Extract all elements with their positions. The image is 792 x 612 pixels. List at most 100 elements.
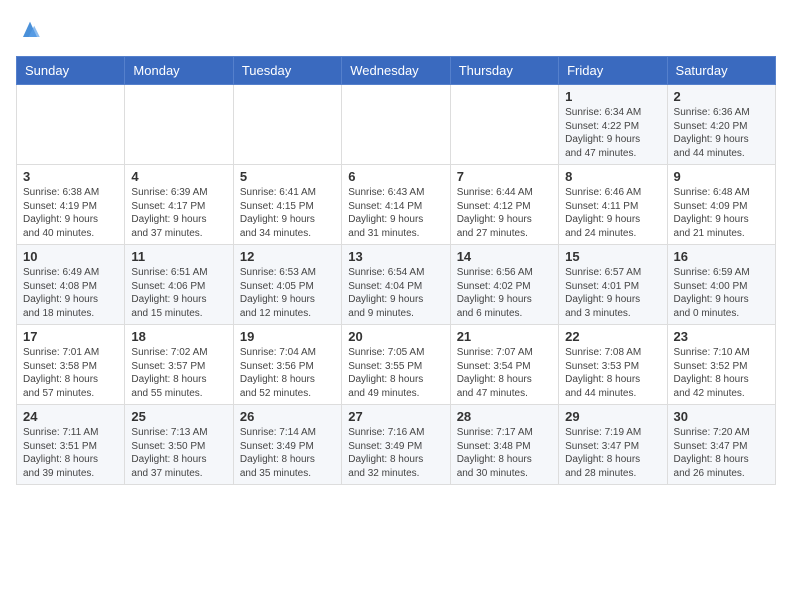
day-of-week-header: Friday [559,57,667,85]
day-number: 11 [131,249,226,264]
calendar-week-row: 3 Sunrise: 6:38 AM Sunset: 4:19 PM Daylig… [17,165,776,245]
calendar-week-row: 24 Sunrise: 7:11 AM Sunset: 3:51 PM Dayli… [17,405,776,485]
calendar-cell [17,85,125,165]
calendar-cell: 10 Sunrise: 6:49 AM Sunset: 4:08 PM Dayli… [17,245,125,325]
calendar-cell: 27 Sunrise: 7:16 AM Sunset: 3:49 PM Dayli… [342,405,450,485]
calendar-cell: 19Sunrise: 7:04 AM Sunset: 3:56 PM Dayli… [233,325,341,405]
calendar-cell: 9 Sunrise: 6:48 AM Sunset: 4:09 PM Daylig… [667,165,775,245]
logo [16,16,48,44]
day-number: 24 [23,409,118,424]
day-info: Sunrise: 6:49 AM Sunset: 4:08 PM Dayligh… [23,266,118,320]
day-info: Sunrise: 6:36 AM Sunset: 4:20 PM Dayligh… [674,106,769,160]
calendar-header-row: SundayMondayTuesdayWednesdayThursdayFrid… [17,57,776,85]
calendar-cell: 14 Sunrise: 6:56 AM Sunset: 4:02 PM Dayli… [450,245,558,325]
day-info: Sunrise: 6:53 AM Sunset: 4:05 PM Dayligh… [240,266,335,320]
calendar-cell: 17Sunrise: 7:01 AM Sunset: 3:58 PM Dayli… [17,325,125,405]
day-number: 10 [23,249,118,264]
calendar-cell: 11 Sunrise: 6:51 AM Sunset: 4:06 PM Dayli… [125,245,233,325]
day-info: Sunrise: 6:43 AM Sunset: 4:14 PM Dayligh… [348,186,443,240]
calendar-cell: 28 Sunrise: 7:17 AM Sunset: 3:48 PM Dayli… [450,405,558,485]
day-info: Sunrise: 6:57 AM Sunset: 4:01 PM Dayligh… [565,266,660,320]
day-number: 28 [457,409,552,424]
calendar-cell: 18Sunrise: 7:02 AM Sunset: 3:57 PM Dayli… [125,325,233,405]
day-info: Sunrise: 7:14 AM Sunset: 3:49 PM Dayligh… [240,426,335,480]
calendar-week-row: 17Sunrise: 7:01 AM Sunset: 3:58 PM Dayli… [17,325,776,405]
day-info: Sunrise: 6:34 AM Sunset: 4:22 PM Dayligh… [565,106,660,160]
day-info: Sunrise: 7:17 AM Sunset: 3:48 PM Dayligh… [457,426,552,480]
day-number: 29 [565,409,660,424]
calendar-cell: 2 Sunrise: 6:36 AM Sunset: 4:20 PM Daylig… [667,85,775,165]
calendar-week-row: 10 Sunrise: 6:49 AM Sunset: 4:08 PM Dayli… [17,245,776,325]
calendar-week-row: 1 Sunrise: 6:34 AM Sunset: 4:22 PM Daylig… [17,85,776,165]
day-number: 5 [240,169,335,184]
day-info: Sunrise: 7:10 AM Sunset: 3:52 PM Dayligh… [674,346,769,400]
calendar-cell [342,85,450,165]
calendar-cell: 3 Sunrise: 6:38 AM Sunset: 4:19 PM Daylig… [17,165,125,245]
day-of-week-header: Monday [125,57,233,85]
day-of-week-header: Wednesday [342,57,450,85]
day-info: Sunrise: 7:07 AM Sunset: 3:54 PM Dayligh… [457,346,552,400]
day-of-week-header: Sunday [17,57,125,85]
day-info: Sunrise: 7:01 AM Sunset: 3:58 PM Dayligh… [23,346,118,400]
logo-icon [16,16,44,44]
day-info: Sunrise: 6:44 AM Sunset: 4:12 PM Dayligh… [457,186,552,240]
day-info: Sunrise: 6:51 AM Sunset: 4:06 PM Dayligh… [131,266,226,320]
day-of-week-header: Thursday [450,57,558,85]
day-info: Sunrise: 6:39 AM Sunset: 4:17 PM Dayligh… [131,186,226,240]
day-number: 26 [240,409,335,424]
calendar-cell: 20 Sunrise: 7:05 AM Sunset: 3:55 PM Dayli… [342,325,450,405]
calendar: SundayMondayTuesdayWednesdayThursdayFrid… [16,56,776,485]
day-info: Sunrise: 6:54 AM Sunset: 4:04 PM Dayligh… [348,266,443,320]
day-info: Sunrise: 6:38 AM Sunset: 4:19 PM Dayligh… [23,186,118,240]
day-number: 14 [457,249,552,264]
day-number: 8 [565,169,660,184]
calendar-cell: 23 Sunrise: 7:10 AM Sunset: 3:52 PM Dayli… [667,325,775,405]
day-number: 2 [674,89,769,104]
day-of-week-header: Tuesday [233,57,341,85]
day-number: 6 [348,169,443,184]
day-info: Sunrise: 6:56 AM Sunset: 4:02 PM Dayligh… [457,266,552,320]
calendar-cell: 21 Sunrise: 7:07 AM Sunset: 3:54 PM Dayli… [450,325,558,405]
day-info: Sunrise: 6:59 AM Sunset: 4:00 PM Dayligh… [674,266,769,320]
calendar-cell: 5Sunrise: 6:41 AM Sunset: 4:15 PM Daylig… [233,165,341,245]
calendar-cell: 25 Sunrise: 7:13 AM Sunset: 3:50 PM Dayli… [125,405,233,485]
day-info: Sunrise: 7:16 AM Sunset: 3:49 PM Dayligh… [348,426,443,480]
day-info: Sunrise: 7:08 AM Sunset: 3:53 PM Dayligh… [565,346,660,400]
calendar-cell: 1 Sunrise: 6:34 AM Sunset: 4:22 PM Daylig… [559,85,667,165]
calendar-cell: 8 Sunrise: 6:46 AM Sunset: 4:11 PM Daylig… [559,165,667,245]
day-number: 3 [23,169,118,184]
day-number: 1 [565,89,660,104]
day-number: 4 [131,169,226,184]
calendar-cell: 13Sunrise: 6:54 AM Sunset: 4:04 PM Dayli… [342,245,450,325]
day-number: 12 [240,249,335,264]
calendar-cell: 12 Sunrise: 6:53 AM Sunset: 4:05 PM Dayli… [233,245,341,325]
day-info: Sunrise: 6:46 AM Sunset: 4:11 PM Dayligh… [565,186,660,240]
calendar-cell: 16 Sunrise: 6:59 AM Sunset: 4:00 PM Dayli… [667,245,775,325]
calendar-cell: 22 Sunrise: 7:08 AM Sunset: 3:53 PM Dayli… [559,325,667,405]
calendar-cell [125,85,233,165]
day-info: Sunrise: 6:48 AM Sunset: 4:09 PM Dayligh… [674,186,769,240]
day-of-week-header: Saturday [667,57,775,85]
day-number: 16 [674,249,769,264]
day-info: Sunrise: 7:11 AM Sunset: 3:51 PM Dayligh… [23,426,118,480]
calendar-cell: 30Sunrise: 7:20 AM Sunset: 3:47 PM Dayli… [667,405,775,485]
day-number: 27 [348,409,443,424]
calendar-cell: 26 Sunrise: 7:14 AM Sunset: 3:49 PM Dayli… [233,405,341,485]
calendar-cell: 4 Sunrise: 6:39 AM Sunset: 4:17 PM Daylig… [125,165,233,245]
calendar-cell: 15Sunrise: 6:57 AM Sunset: 4:01 PM Dayli… [559,245,667,325]
day-number: 9 [674,169,769,184]
day-info: Sunrise: 7:19 AM Sunset: 3:47 PM Dayligh… [565,426,660,480]
day-number: 22 [565,329,660,344]
calendar-cell: 24 Sunrise: 7:11 AM Sunset: 3:51 PM Dayli… [17,405,125,485]
day-number: 19 [240,329,335,344]
calendar-cell [233,85,341,165]
calendar-cell: 7Sunrise: 6:44 AM Sunset: 4:12 PM Daylig… [450,165,558,245]
day-info: Sunrise: 7:13 AM Sunset: 3:50 PM Dayligh… [131,426,226,480]
day-number: 21 [457,329,552,344]
day-number: 20 [348,329,443,344]
header [16,16,776,44]
day-number: 25 [131,409,226,424]
day-number: 23 [674,329,769,344]
day-info: Sunrise: 7:05 AM Sunset: 3:55 PM Dayligh… [348,346,443,400]
day-number: 30 [674,409,769,424]
